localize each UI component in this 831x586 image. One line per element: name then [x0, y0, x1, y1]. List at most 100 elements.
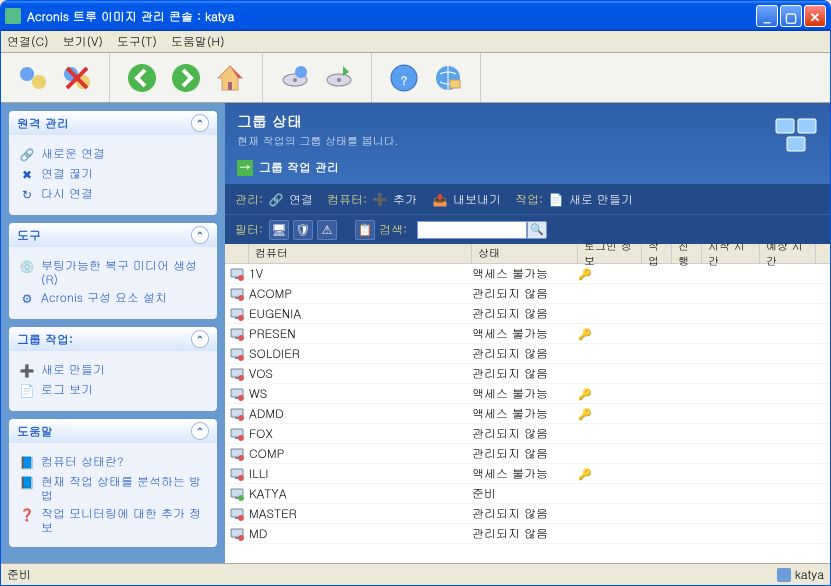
link-install-components[interactable]: ⚙Acronis 구성 요소 설치 — [19, 291, 207, 307]
col-computer[interactable]: 컴퓨터 — [249, 244, 472, 263]
row-name: VOS — [249, 365, 472, 382]
filter-btn-1[interactable]: 🖥 — [269, 220, 289, 240]
col-start[interactable]: 시작 시간 — [702, 244, 760, 263]
row-status: 준비 — [472, 485, 578, 502]
manage-label: 관리: — [235, 191, 263, 208]
link-boot-media[interactable]: 💿부팅가능한 복구 미디어 생성(R) — [19, 259, 207, 287]
col-est[interactable]: 예상 시간 — [760, 244, 816, 263]
menu-view[interactable]: 보기(V) — [63, 33, 103, 50]
link-new-task[interactable]: ➕새로 만들기 — [19, 363, 207, 379]
link-reconnect[interactable]: ↻다시 연결 — [19, 187, 207, 203]
action-connect[interactable]: 🔗연결 — [267, 190, 313, 208]
row-icon — [225, 387, 249, 401]
table-row[interactable]: MD관리되지 않음 — [225, 524, 830, 544]
col-login[interactable]: 로그인 정보 — [578, 244, 642, 263]
titlebar[interactable]: Acronis 트루 이미지 관리 콘솔 : katya _ ▢ ✕ — [1, 1, 830, 31]
table-row[interactable]: KATYA준비 — [225, 484, 830, 504]
panel-help-head[interactable]: 도움말⌃ — [9, 419, 217, 443]
row-name: WS — [249, 385, 472, 402]
link-help-monitor[interactable]: ❓작업 모니터링에 대한 추가 정보 — [19, 507, 207, 535]
disconnect-icon[interactable] — [59, 60, 95, 96]
page-subtitle: 현재 작업의 그룹 상태를 봅니다. — [237, 134, 818, 149]
search-go-button[interactable]: 🔍 — [527, 221, 547, 239]
chevron-up-icon[interactable]: ⌃ — [191, 330, 209, 348]
link-help-analyze[interactable]: 📘현재 작업 상태를 분석하는 방법 — [19, 475, 207, 503]
help-icon[interactable]: ? — [386, 60, 422, 96]
col-icon[interactable] — [225, 244, 249, 263]
row-status: 관리되지 않음 — [472, 425, 578, 442]
chevron-up-icon[interactable]: ⌃ — [191, 422, 209, 440]
col-status[interactable]: 상태 — [472, 244, 578, 263]
action-new-job[interactable]: 📄새로 만들기 — [547, 190, 633, 208]
filter-btn-4[interactable]: 📋 — [355, 220, 375, 240]
forward-button[interactable] — [168, 60, 204, 96]
task-link[interactable]: →그룹 작업 관리 — [237, 159, 818, 176]
row-name: PRESEN — [249, 325, 472, 342]
key-icon: 🔑 — [578, 387, 592, 402]
app-icon — [5, 8, 21, 24]
row-login: 🔑 — [578, 405, 642, 422]
action-export[interactable]: 📤내보내기 — [431, 190, 501, 208]
add-icon: ➕ — [371, 190, 389, 208]
page-header: 그룹 상태 현재 작업의 그룹 상태를 봅니다. →그룹 작업 관리 — [225, 103, 830, 184]
chevron-up-icon[interactable]: ⌃ — [191, 114, 209, 132]
home-button[interactable] — [212, 60, 248, 96]
new-icon: ➕ — [19, 363, 35, 379]
computers-grid[interactable]: 컴퓨터 상태 로그인 정보 작업 진행 시작 시간 예상 시간 1V액세스 불가… — [225, 244, 830, 563]
chevron-up-icon[interactable]: ⌃ — [191, 226, 209, 244]
link-disconnect[interactable]: ✖연결 끊기 — [19, 167, 207, 183]
table-row[interactable]: EUGENIA관리되지 않음 — [225, 304, 830, 324]
table-row[interactable]: VOS관리되지 않음 — [225, 364, 830, 384]
table-row[interactable]: WS액세스 불가능🔑 — [225, 384, 830, 404]
window-title: Acronis 트루 이미지 관리 콘솔 : katya — [27, 8, 756, 25]
minimize-button[interactable]: _ — [756, 5, 778, 27]
col-job[interactable]: 작업 — [642, 244, 672, 263]
row-icon — [225, 487, 249, 501]
action-add[interactable]: ➕추가 — [371, 190, 417, 208]
row-icon — [225, 427, 249, 441]
globe-icon[interactable] — [430, 60, 466, 96]
panel-remote-head[interactable]: 원격 관리⌃ — [9, 111, 217, 135]
search-label: 검색: — [379, 221, 407, 238]
status-bar: 준비 katya — [1, 563, 830, 585]
col-progress[interactable]: 진행 — [672, 244, 702, 263]
table-row[interactable]: ACOMP관리되지 않음 — [225, 284, 830, 304]
back-button[interactable] — [124, 60, 160, 96]
table-row[interactable]: COMP관리되지 않음 — [225, 444, 830, 464]
connect-icon[interactable] — [15, 60, 51, 96]
maximize-button[interactable]: ▢ — [780, 5, 802, 27]
table-row[interactable]: SOLDIER관리되지 않음 — [225, 344, 830, 364]
computer-label: 컴퓨터: — [327, 191, 367, 208]
panel-remote: 원격 관리⌃ 🔗새로운 연결 ✖연결 끊기 ↻다시 연결 — [9, 111, 217, 215]
row-icon — [225, 407, 249, 421]
search-input[interactable] — [417, 221, 527, 239]
filter-btn-3[interactable]: ⚠ — [317, 220, 337, 240]
menu-help[interactable]: 도움말(H) — [171, 33, 225, 50]
link-view-log[interactable]: 📄로그 보기 — [19, 383, 207, 399]
row-name: MD — [249, 525, 472, 542]
table-row[interactable]: PRESEN액세스 불가능🔑 — [225, 324, 830, 344]
table-row[interactable]: ILLI액세스 불가능🔑 — [225, 464, 830, 484]
doc-icon: 📘 — [19, 455, 35, 471]
panel-group-head[interactable]: 그룹 작업:⌃ — [9, 327, 217, 351]
row-icon — [225, 327, 249, 341]
close-button[interactable]: ✕ — [804, 5, 826, 27]
row-status: 액세스 불가능 — [472, 405, 578, 422]
filter-label: 필터: — [235, 221, 263, 238]
row-login: 🔑 — [578, 325, 642, 342]
monitors-icon — [774, 113, 818, 157]
row-name: FOX — [249, 425, 472, 442]
menu-tool[interactable]: 도구(T) — [117, 33, 157, 50]
filter-btn-2[interactable]: 🛡 — [293, 220, 313, 240]
help-icon: ❓ — [19, 507, 35, 523]
table-row[interactable]: MASTER관리되지 않음 — [225, 504, 830, 524]
panel-tools: 도구⌃ 💿부팅가능한 복구 미디어 생성(R) ⚙Acronis 구성 요소 설… — [9, 223, 217, 319]
link-new-connection[interactable]: 🔗새로운 연결 — [19, 147, 207, 163]
disk-icon-1[interactable] — [277, 60, 313, 96]
table-row[interactable]: ADMD액세스 불가능🔑 — [225, 404, 830, 424]
table-row[interactable]: FOX관리되지 않음 — [225, 424, 830, 444]
panel-tools-head[interactable]: 도구⌃ — [9, 223, 217, 247]
link-help-status[interactable]: 📘컴퓨터 상태란? — [19, 455, 207, 471]
disk-icon-2[interactable] — [321, 60, 357, 96]
menu-connect[interactable]: 연결(C) — [7, 33, 49, 50]
